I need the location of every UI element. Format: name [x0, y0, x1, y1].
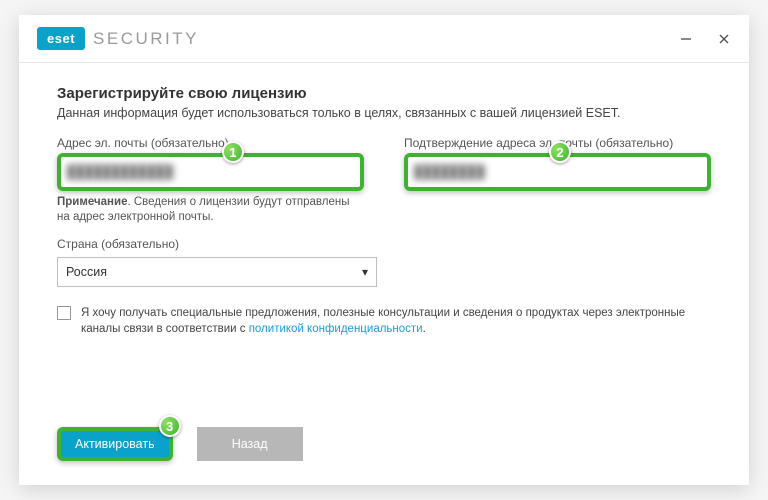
page-heading: Зарегистрируйте свою лицензию: [57, 85, 711, 102]
chevron-down-icon: ▾: [362, 265, 368, 279]
minimize-icon: [680, 33, 692, 45]
activate-button[interactable]: Активировать: [57, 427, 173, 461]
consent-row: Я хочу получать специальные предложения,…: [57, 305, 711, 337]
email-note: Примечание. Сведения о лицензии будут от…: [57, 195, 364, 225]
note-prefix: Примечание: [57, 196, 127, 208]
consent-text-block: Я хочу получать специальные предложения,…: [81, 305, 711, 337]
step-badge-3: 3: [159, 415, 181, 437]
minimize-button[interactable]: [679, 32, 693, 46]
consent-suffix: .: [423, 323, 426, 335]
email-label: Адрес эл. почты (обязательно): [57, 136, 364, 150]
email-row: Адрес эл. почты (обязательно) ██████████…: [57, 136, 711, 225]
country-label: Страна (обязательно): [57, 237, 711, 251]
country-select[interactable]: Россия ▾: [57, 257, 377, 287]
consent-checkbox[interactable]: [57, 306, 71, 320]
close-icon: [718, 33, 730, 45]
window-controls: [679, 32, 731, 46]
confirm-column: Подтверждение адреса эл. почты (обязател…: [404, 136, 711, 225]
back-button[interactable]: Назад: [197, 427, 303, 461]
content-area: Зарегистрируйте свою лицензию Данная инф…: [19, 63, 749, 413]
footer-buttons: Активировать 3 Назад: [19, 413, 749, 485]
brand-badge: eset: [37, 27, 85, 50]
app-window: eset SECURITY Зарегистрируйте свою лицен…: [19, 15, 749, 485]
email-column: Адрес эл. почты (обязательно) ██████████…: [57, 136, 364, 225]
titlebar: eset SECURITY: [19, 15, 749, 63]
country-value: Россия: [66, 265, 107, 279]
page-subtitle: Данная информация будет использоваться т…: [57, 106, 711, 120]
step-badge-1: 1: [222, 141, 244, 163]
email-value: ████████████: [67, 165, 173, 179]
brand-product: SECURITY: [93, 29, 199, 49]
privacy-policy-link[interactable]: политикой конфиденциальности: [249, 323, 423, 335]
step-badge-2: 2: [549, 141, 571, 163]
confirm-value: ████████: [414, 165, 485, 179]
close-button[interactable]: [717, 32, 731, 46]
country-select-wrap: Россия ▾: [57, 257, 377, 287]
